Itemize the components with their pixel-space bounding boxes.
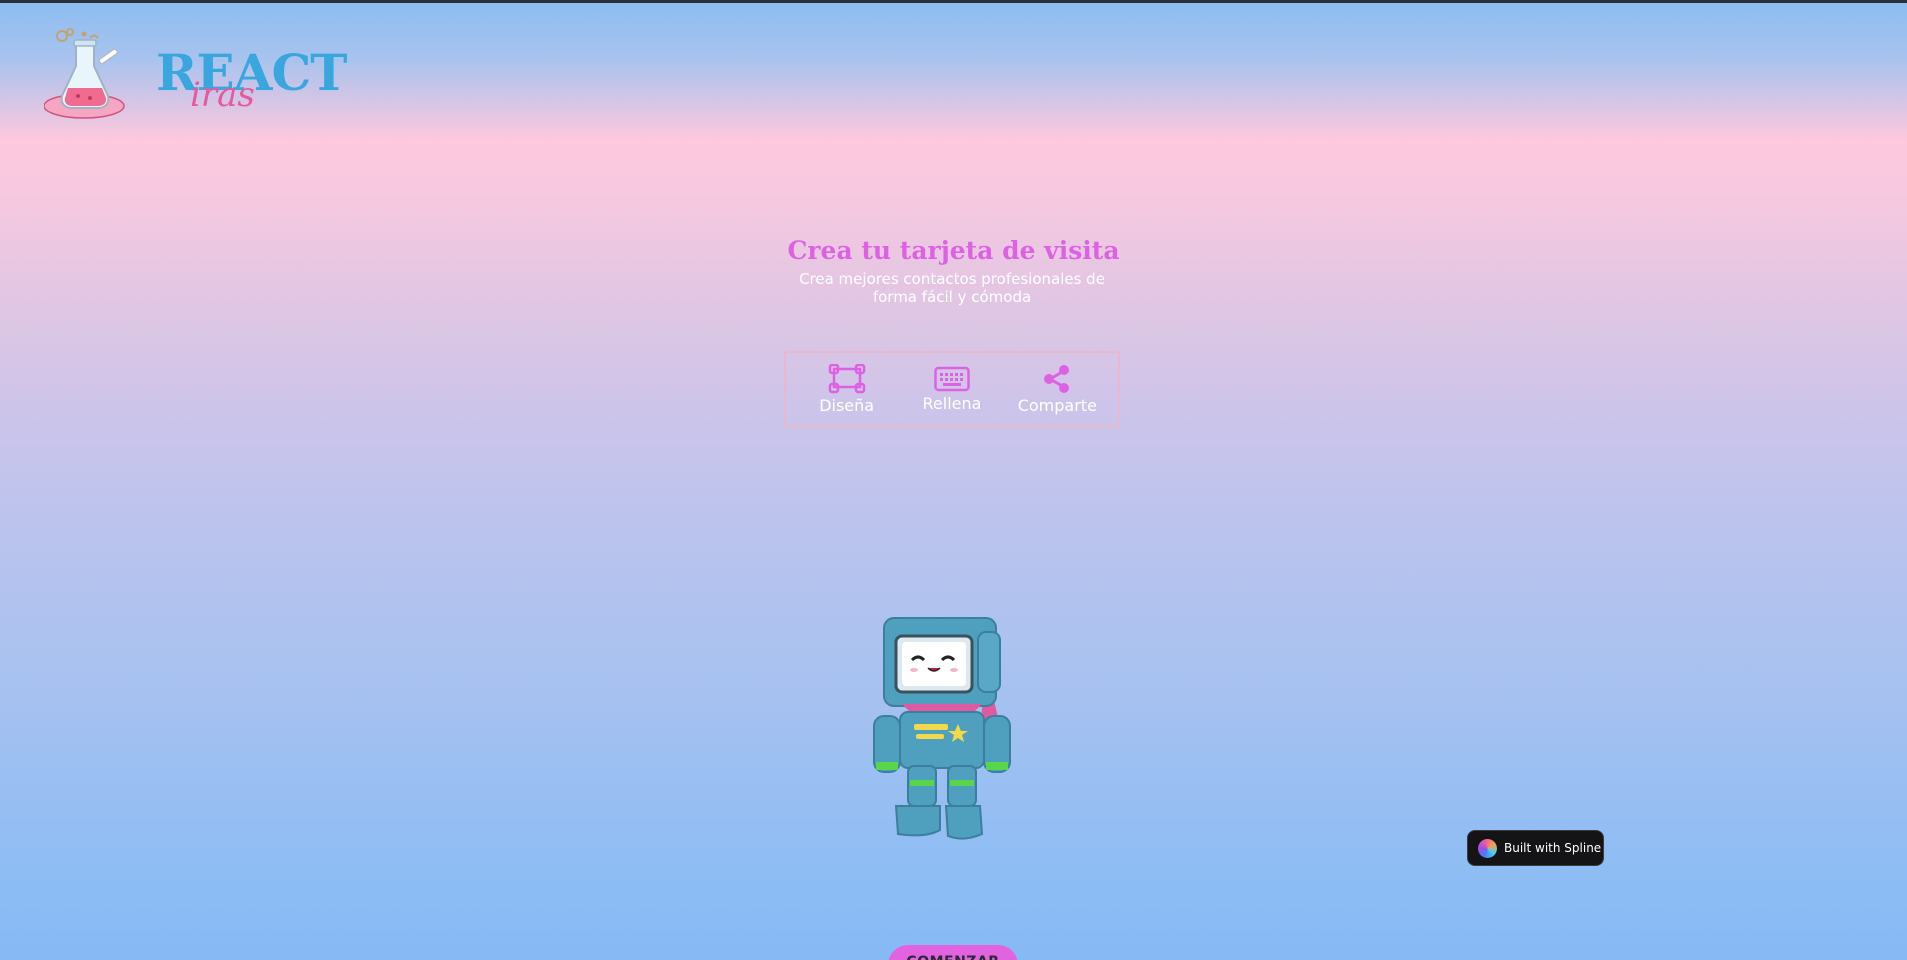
steps-panel: Diseña Rellena Comparte	[784, 351, 1120, 427]
top-border	[0, 0, 1907, 3]
step-design-label: Diseña	[819, 395, 875, 415]
spline-badge-label: Built with Spline	[1504, 841, 1602, 855]
built-with-spline-badge[interactable]: Built with Spline	[1467, 830, 1604, 866]
step-fill-label: Rellena	[922, 393, 982, 413]
step-share-label: Comparte	[1017, 395, 1097, 415]
page-title: Crea tu tarjeta de visita	[787, 236, 1120, 265]
design-frame-icon	[828, 363, 865, 393]
keyboard-icon	[934, 366, 970, 391]
brand-logo[interactable]: REACT iras	[44, 26, 347, 126]
step-share[interactable]: Comparte	[1007, 364, 1107, 415]
start-button[interactable]: COMENZAR	[888, 945, 1018, 960]
brand-subtitle: iras	[190, 75, 255, 115]
step-fill[interactable]: Rellena	[902, 366, 1002, 413]
step-design[interactable]: Diseña	[797, 363, 897, 415]
spline-logo-icon	[1478, 838, 1497, 858]
share-icon	[1044, 364, 1070, 393]
robot-illustration[interactable]	[866, 612, 1026, 844]
page-subtitle: Crea mejores contactos profesionales de …	[799, 270, 1105, 306]
